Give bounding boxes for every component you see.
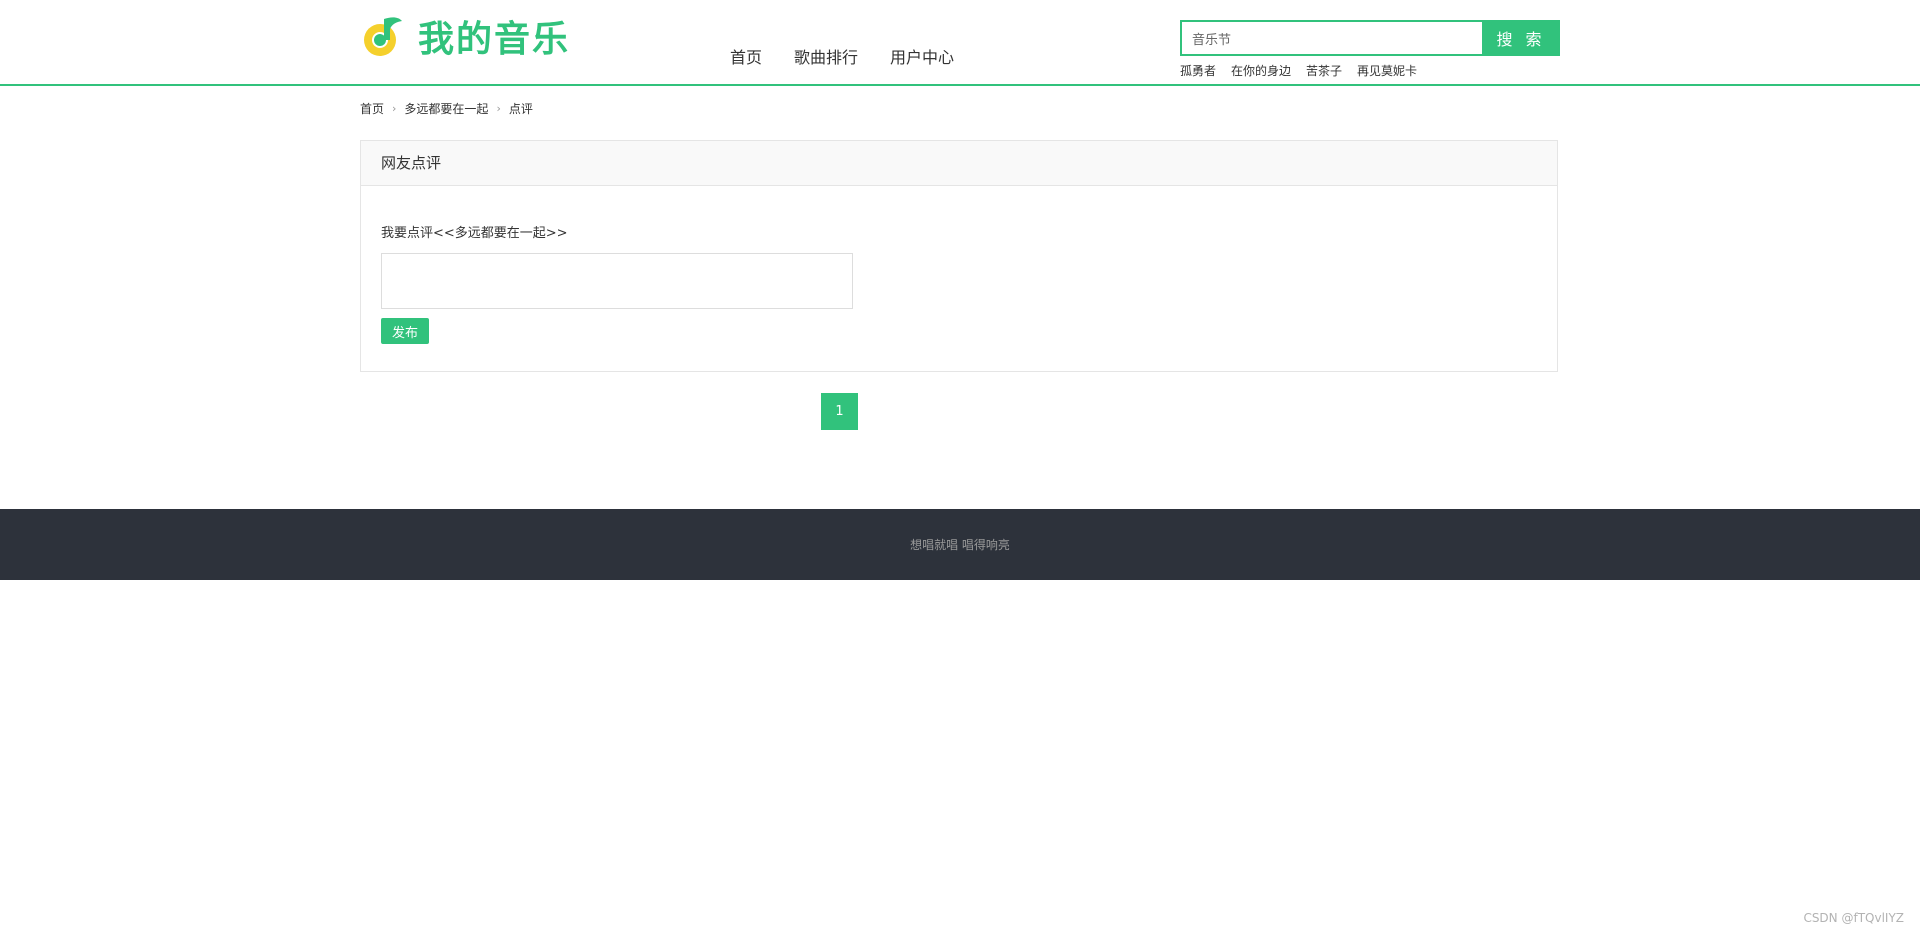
footer-slogan: 想唱就唱 唱得响亮 bbox=[910, 538, 1010, 552]
comment-textarea[interactable] bbox=[381, 253, 853, 309]
breadcrumb-home[interactable]: 首页 bbox=[360, 100, 384, 117]
site-header: 我的音乐 首页 歌曲排行 用户中心 搜 索 孤勇者 在你的身边 苦茶子 再见莫妮… bbox=[0, 0, 1920, 86]
main-nav: 首页 歌曲排行 用户中心 bbox=[730, 44, 986, 68]
hot-word-link[interactable]: 在你的身边 bbox=[1231, 62, 1291, 79]
logo-text: 我的音乐 bbox=[418, 19, 571, 60]
nav-item-ranking[interactable]: 歌曲排行 bbox=[794, 44, 858, 68]
panel-title: 网友点评 bbox=[361, 141, 1557, 186]
chevron-right-icon: › bbox=[496, 102, 501, 115]
hot-word-link[interactable]: 苦茶子 bbox=[1306, 62, 1342, 79]
nav-item-home[interactable]: 首页 bbox=[730, 44, 762, 68]
breadcrumb-song[interactable]: 多远都要在一起 bbox=[404, 100, 488, 117]
publish-button[interactable]: 发布 bbox=[381, 318, 429, 344]
music-note-icon bbox=[364, 17, 402, 56]
search-button[interactable]: 搜 索 bbox=[1482, 20, 1560, 56]
pagination: 1 bbox=[821, 393, 858, 430]
comment-form: 我要点评<<多远都要在一起>> 发布 bbox=[361, 186, 1557, 344]
search-box: 搜 索 bbox=[1180, 20, 1560, 56]
breadcrumb-current: 点评 bbox=[508, 102, 533, 116]
site-logo[interactable]: 我的音乐 bbox=[360, 12, 570, 60]
nav-item-user-center[interactable]: 用户中心 bbox=[890, 44, 954, 68]
chevron-right-icon: › bbox=[392, 102, 397, 115]
hot-word-link[interactable]: 孤勇者 bbox=[1180, 62, 1216, 79]
page-number-current[interactable]: 1 bbox=[821, 393, 858, 430]
hot-word-link[interactable]: 再见莫妮卡 bbox=[1357, 62, 1417, 79]
site-footer: 想唱就唱 唱得响亮 bbox=[0, 509, 1920, 580]
hot-search-words: 孤勇者 在你的身边 苦茶子 再见莫妮卡 bbox=[1180, 62, 1432, 79]
search-input[interactable] bbox=[1180, 20, 1482, 56]
comment-panel: 网友点评 我要点评<<多远都要在一起>> 发布 bbox=[360, 140, 1558, 372]
watermark: CSDN @fTQvlIYZ bbox=[1803, 911, 1904, 925]
page: 我的音乐 首页 歌曲排行 用户中心 搜 索 孤勇者 在你的身边 苦茶子 再见莫妮… bbox=[0, 0, 1920, 937]
comment-label: 我要点评<<多远都要在一起>> bbox=[381, 226, 568, 241]
breadcrumb: 首页 › 多远都要在一起 › 点评 bbox=[360, 100, 533, 117]
